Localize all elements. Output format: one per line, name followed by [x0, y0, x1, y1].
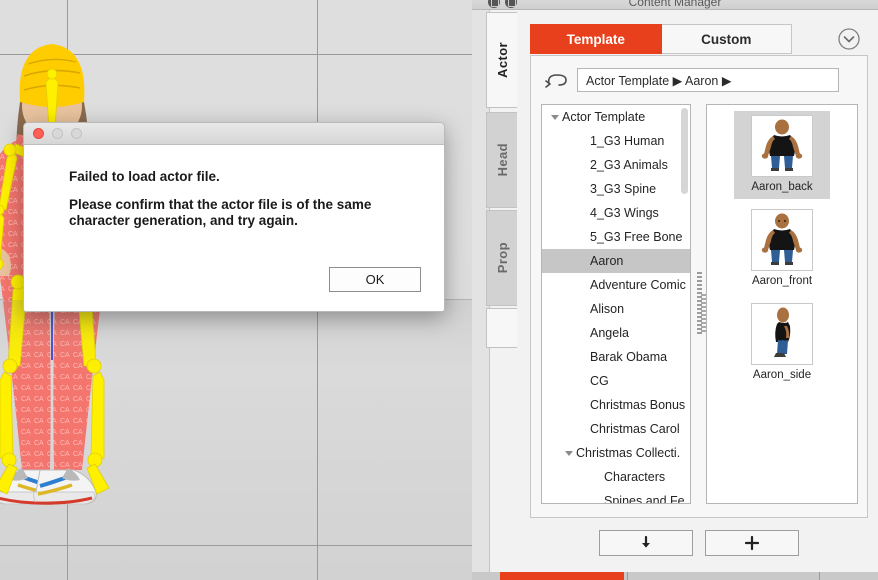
content-manager-titlebar[interactable]: Content Manager: [472, 0, 878, 10]
thumbnail-label: Aaron_front: [751, 275, 813, 287]
back-arrow-icon[interactable]: [541, 70, 569, 92]
tree-item-label: Christmas Bonus: [590, 398, 686, 412]
tree-item[interactable]: Christmas Bonus: [542, 393, 690, 417]
tree-item-label: Characters: [604, 470, 666, 484]
tree-item[interactable]: Angela: [542, 321, 690, 345]
thumbnail-grid[interactable]: Aaron_back Aaron_front Aaron_side: [706, 104, 858, 504]
tree-item[interactable]: Barak Obama: [542, 345, 690, 369]
tree-list: Actor Template 1_G3 Human 2_G3 Animals 3_G3…: [542, 105, 690, 504]
tree-item-label: Spines and Fe.: [604, 494, 689, 504]
tree-item-label: Christmas Carol: [590, 422, 680, 436]
active-tab-accent: [500, 572, 624, 580]
bottom-status-strip: [472, 572, 878, 580]
vertical-tab-label: Head: [494, 143, 510, 177]
plus-icon: [744, 535, 760, 551]
vertical-tab-label: Actor: [494, 42, 510, 78]
content-manager-body: Actor Template ▶ Aaron ▶ Actor Template 1…: [530, 55, 868, 518]
tree-item[interactable]: 1_G3 Human: [542, 129, 690, 153]
tree-item-label: Angela: [590, 326, 629, 340]
thumbnail-item[interactable]: Aaron_side: [734, 299, 830, 387]
tree-item-label: Barak Obama: [590, 350, 668, 364]
download-arrow-icon: [642, 535, 650, 548]
sidebar-item-more[interactable]: [486, 308, 517, 348]
add-button[interactable]: [705, 530, 799, 556]
tree-item[interactable]: 3_G3 Spine: [542, 177, 690, 201]
tab-custom[interactable]: Custom: [661, 24, 792, 54]
thumbnail-image: [751, 303, 813, 365]
caret-down-icon[interactable]: [548, 114, 562, 120]
category-tree[interactable]: Actor Template 1_G3 Human 2_G3 Animals 3_G3…: [541, 104, 691, 504]
tree-item-label: 3_G3 Spine: [590, 182, 657, 196]
tab-template[interactable]: Template: [530, 24, 662, 54]
tree-item[interactable]: 4_G3 Wings: [542, 201, 690, 225]
vertical-tab-label: Prop: [494, 242, 510, 274]
tree-item[interactable]: 5_G3 Free Bone: [542, 225, 690, 249]
tree-item-label: 4_G3 Wings: [590, 206, 659, 220]
dialog-headline: Failed to load actor file.: [69, 169, 220, 184]
dialog-titlebar[interactable]: [24, 123, 444, 145]
thumbnail-item[interactable]: Aaron_back: [734, 111, 830, 199]
tree-item[interactable]: CG: [542, 369, 690, 393]
download-button[interactable]: [599, 530, 693, 556]
thumbnail-item[interactable]: Aaron_front: [734, 205, 830, 293]
tree-item[interactable]: Adventure Comic .: [542, 273, 690, 297]
tab-group: Template Custom: [530, 24, 792, 54]
dialog-body: Failed to load actor file. Please confir…: [24, 145, 444, 229]
action-button-row: [530, 530, 868, 558]
thumbnail-scrollbar-grip[interactable]: [701, 294, 706, 334]
sidebar-item-actor[interactable]: Actor: [486, 12, 517, 108]
tree-scrollbar-thumb[interactable]: [681, 108, 688, 194]
tree-scrollbar[interactable]: [681, 108, 688, 502]
vertical-tab-group: Actor Head Prop: [486, 12, 518, 580]
content-manager-title: Content Manager: [628, 0, 722, 9]
minimize-icon[interactable]: [52, 128, 63, 139]
thumbnail-label: Aaron_back: [751, 181, 813, 193]
sidebar-item-head[interactable]: Head: [486, 112, 517, 208]
tree-item-label: Aaron: [590, 254, 624, 268]
tree-item-label: 1_G3 Human: [590, 134, 665, 148]
tree-item[interactable]: Alison: [542, 297, 690, 321]
app-window: CA: [0, 0, 878, 580]
chevron-down-circle-icon[interactable]: [837, 27, 861, 51]
close-icon[interactable]: [33, 128, 44, 139]
thumbnail-image: [751, 209, 813, 271]
caret-down-icon[interactable]: [562, 450, 576, 456]
tree-item-label: Alison: [590, 302, 625, 316]
tree-item[interactable]: Christmas Carol: [542, 417, 690, 441]
sidebar-item-prop[interactable]: Prop: [486, 210, 517, 306]
tree-item-label: 5_G3 Free Bone: [590, 230, 683, 244]
tree-item-label: Actor Template: [562, 110, 646, 124]
tree-item-label: CG: [590, 374, 609, 388]
content-manager-panel: Content Manager Actor Head Prop Template…: [472, 0, 878, 580]
tree-item[interactable]: Aaron: [542, 249, 690, 273]
tree-item-label: Christmas Collecti.: [576, 446, 681, 460]
ok-button[interactable]: OK: [329, 267, 421, 292]
error-dialog: Failed to load actor file. Please confir…: [23, 122, 445, 312]
breadcrumb-row: Actor Template ▶ Aaron ▶: [541, 68, 859, 94]
thumbnail-image: [751, 115, 813, 177]
tree-item-label: 2_G3 Animals: [590, 158, 668, 172]
tree-item-label: Adventure Comic .: [590, 278, 691, 292]
dialog-actions: OK: [329, 267, 421, 292]
breadcrumb-field[interactable]: Actor Template ▶ Aaron ▶: [577, 68, 839, 92]
thumbnail-list: Aaron_back Aaron_front Aaron_side: [713, 111, 851, 387]
maximize-icon[interactable]: [71, 128, 82, 139]
thumbnail-label: Aaron_side: [752, 369, 812, 381]
tree-item[interactable]: Characters: [542, 465, 690, 489]
tree-item[interactable]: Spines and Fe.: [542, 489, 690, 504]
tree-item[interactable]: Christmas Collecti.: [542, 441, 690, 465]
dialog-message: Please confirm that the actor file is of…: [69, 197, 372, 228]
tree-item[interactable]: Actor Template: [542, 105, 690, 129]
tree-item[interactable]: 2_G3 Animals: [542, 153, 690, 177]
